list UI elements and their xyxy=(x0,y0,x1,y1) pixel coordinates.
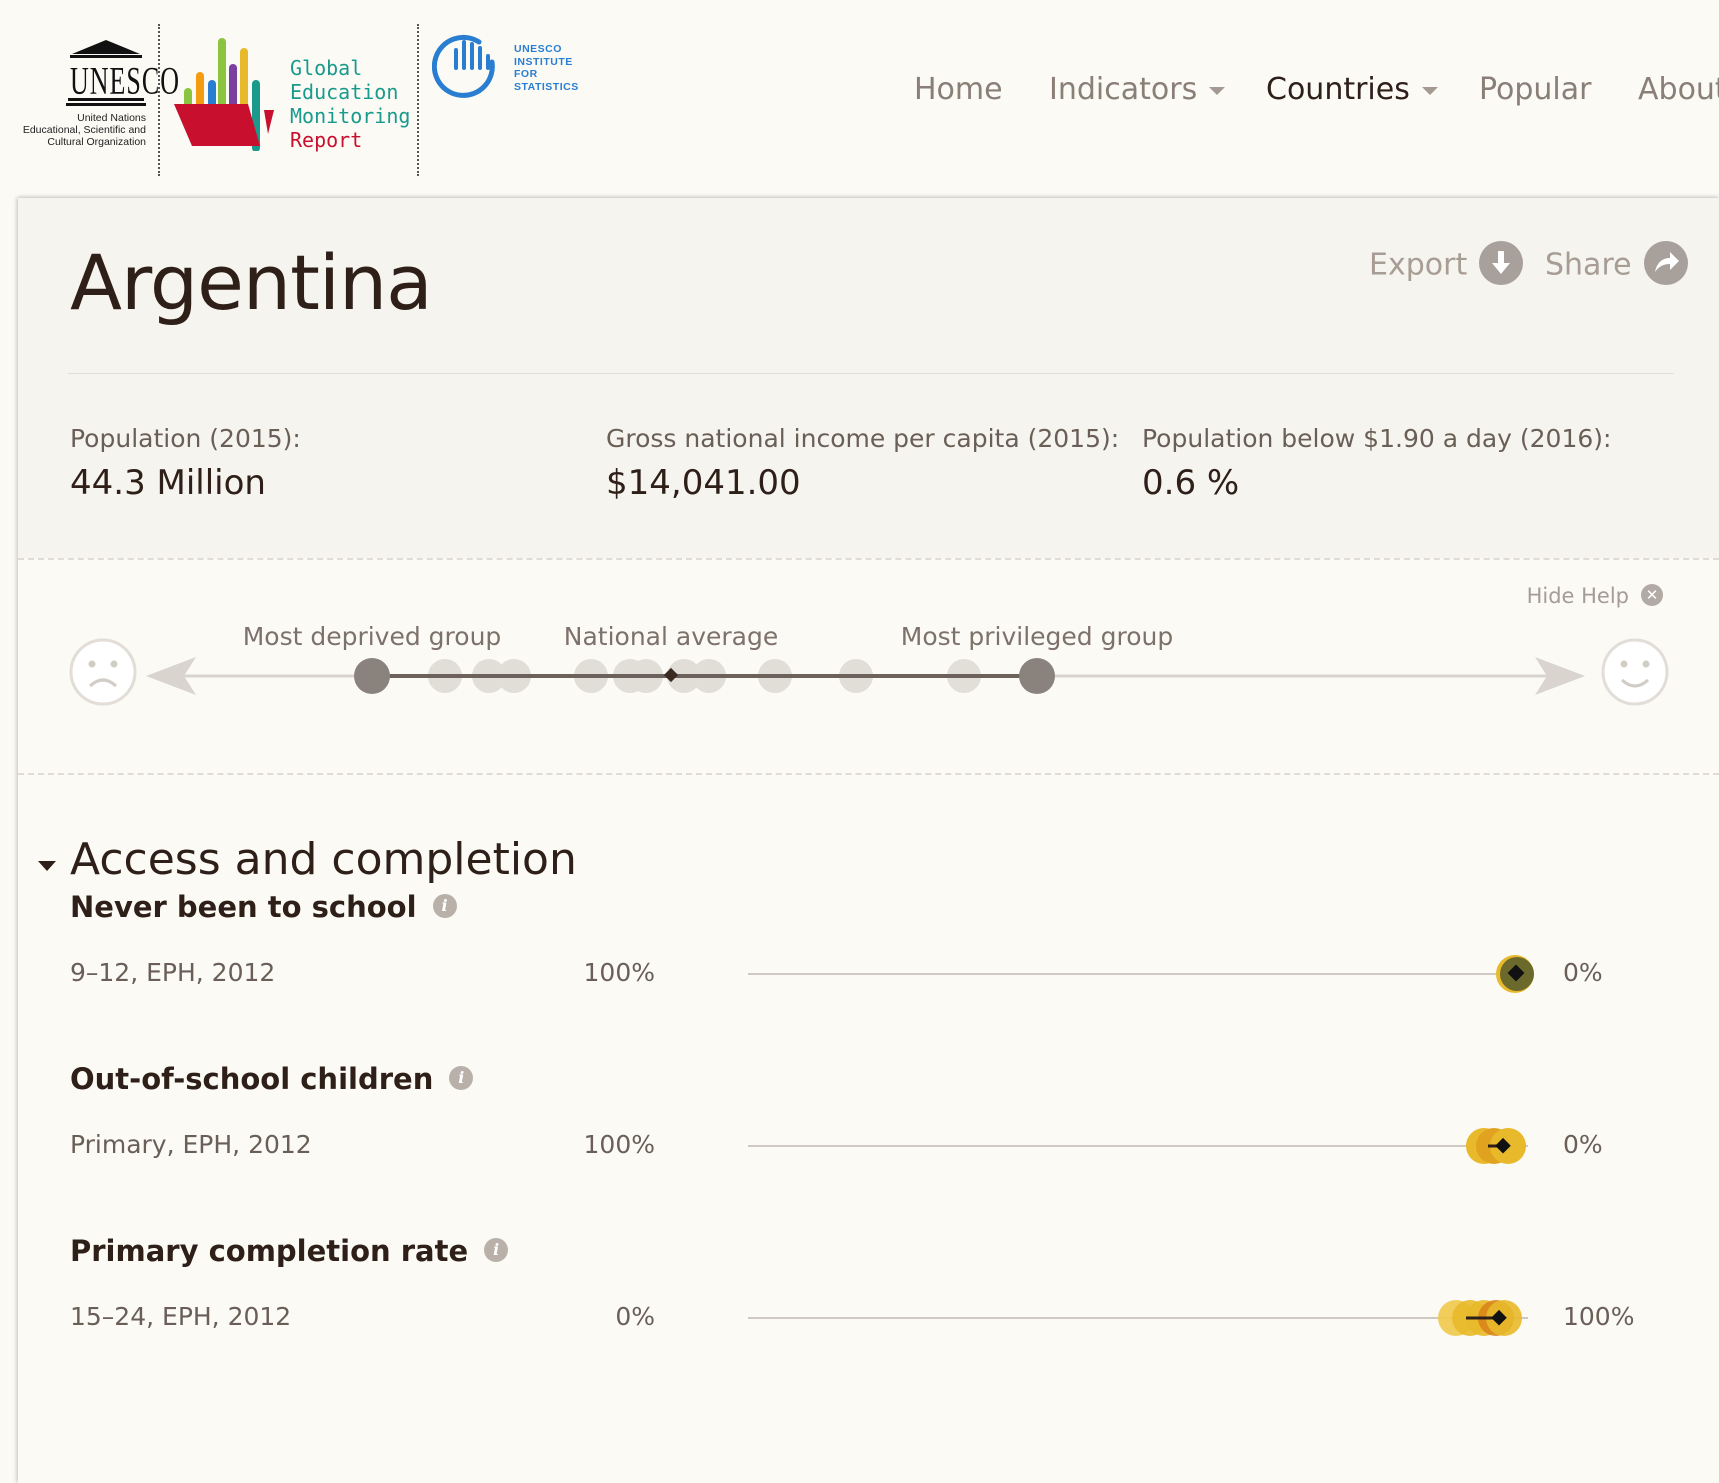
hide-help-button[interactable]: Hide Help ✕ xyxy=(1527,584,1663,608)
unesco-wordmark: UNESCO xyxy=(70,59,181,103)
unesco-subtitle: United Nations Educational, Scientific a… xyxy=(22,112,146,148)
header-actions: Export Share xyxy=(1369,241,1699,294)
gem-report-wordmark: Global Education Monitoring Report xyxy=(290,56,411,152)
country-header: Argentina Export Share Population (2015)… xyxy=(18,198,1719,558)
indicator-dot-plot xyxy=(748,1300,1528,1336)
share-arrow-icon xyxy=(1643,241,1688,285)
logo-divider xyxy=(158,24,160,176)
uis-wordmark: UNESCO INSTITUTE FOR STATISTICS xyxy=(514,43,579,93)
gem-report-logo[interactable]: Global Education Monitoring Report xyxy=(172,36,412,166)
most-privileged-dot xyxy=(1019,658,1055,694)
share-button[interactable]: Share xyxy=(1545,241,1688,288)
scale-right-label: 100% xyxy=(1563,1302,1635,1331)
nav-countries[interactable]: Countries xyxy=(1266,72,1438,107)
unesco-logo[interactable]: UNESCO United Nations Educational, Scien… xyxy=(16,34,181,154)
export-button[interactable]: Export xyxy=(1369,241,1524,288)
country-title: Argentina xyxy=(70,238,433,327)
label-most-deprived: Most deprived group xyxy=(242,622,502,651)
stat-poverty: Population below $1.90 a day (2016): 0.6… xyxy=(1142,424,1612,503)
nav-indicators[interactable]: Indicators xyxy=(1049,72,1226,107)
country-profile-card: Argentina Export Share Population (2015)… xyxy=(18,198,1719,1483)
label-most-privileged: Most privileged group xyxy=(900,622,1174,651)
logo-divider xyxy=(417,24,419,176)
nav-home[interactable]: Home xyxy=(914,72,1003,107)
indicator-dot-plot xyxy=(748,1128,1528,1164)
download-icon xyxy=(1479,241,1524,285)
indicator-primary-completion-rate: Primary completion rate i 15–24, EPH, 201… xyxy=(18,1234,1719,1404)
caret-down-icon xyxy=(1421,86,1438,95)
collapse-caret-icon xyxy=(38,861,56,871)
scale-right-label: 0% xyxy=(1563,958,1603,987)
indicator-dot-plot xyxy=(748,955,1534,993)
section-divider xyxy=(18,773,1719,775)
sad-face-icon xyxy=(69,638,137,706)
scale-right-label: 0% xyxy=(1563,1130,1603,1159)
header-divider xyxy=(68,373,1674,374)
site-header: UNESCO United Nations Educational, Scien… xyxy=(0,0,1719,196)
uis-logo[interactable]: UNESCO INSTITUTE FOR STATISTICS xyxy=(432,34,592,114)
uis-hand-icon xyxy=(432,34,495,98)
stat-gni: Gross national income per capita (2015):… xyxy=(606,424,1120,503)
caret-down-icon xyxy=(1209,86,1226,95)
most-deprived-dot xyxy=(354,658,390,694)
happy-face-icon xyxy=(1601,638,1669,706)
section-title: Access and completion xyxy=(70,834,577,885)
stat-population: Population (2015): 44.3 Million xyxy=(70,424,301,503)
indicator-out-of-school-children: Out-of-school children i Primary, EPH, 20… xyxy=(18,1062,1719,1232)
indicator-never-been-to-school: Never been to school i 9–12, EPH, 2012 10… xyxy=(18,890,1719,1060)
nav-popular[interactable]: Popular xyxy=(1479,72,1592,107)
nav-about[interactable]: About xyxy=(1638,72,1719,107)
close-icon: ✕ xyxy=(1641,584,1663,606)
gem-hand-icon xyxy=(174,38,274,151)
label-national-average: National average xyxy=(563,622,779,651)
